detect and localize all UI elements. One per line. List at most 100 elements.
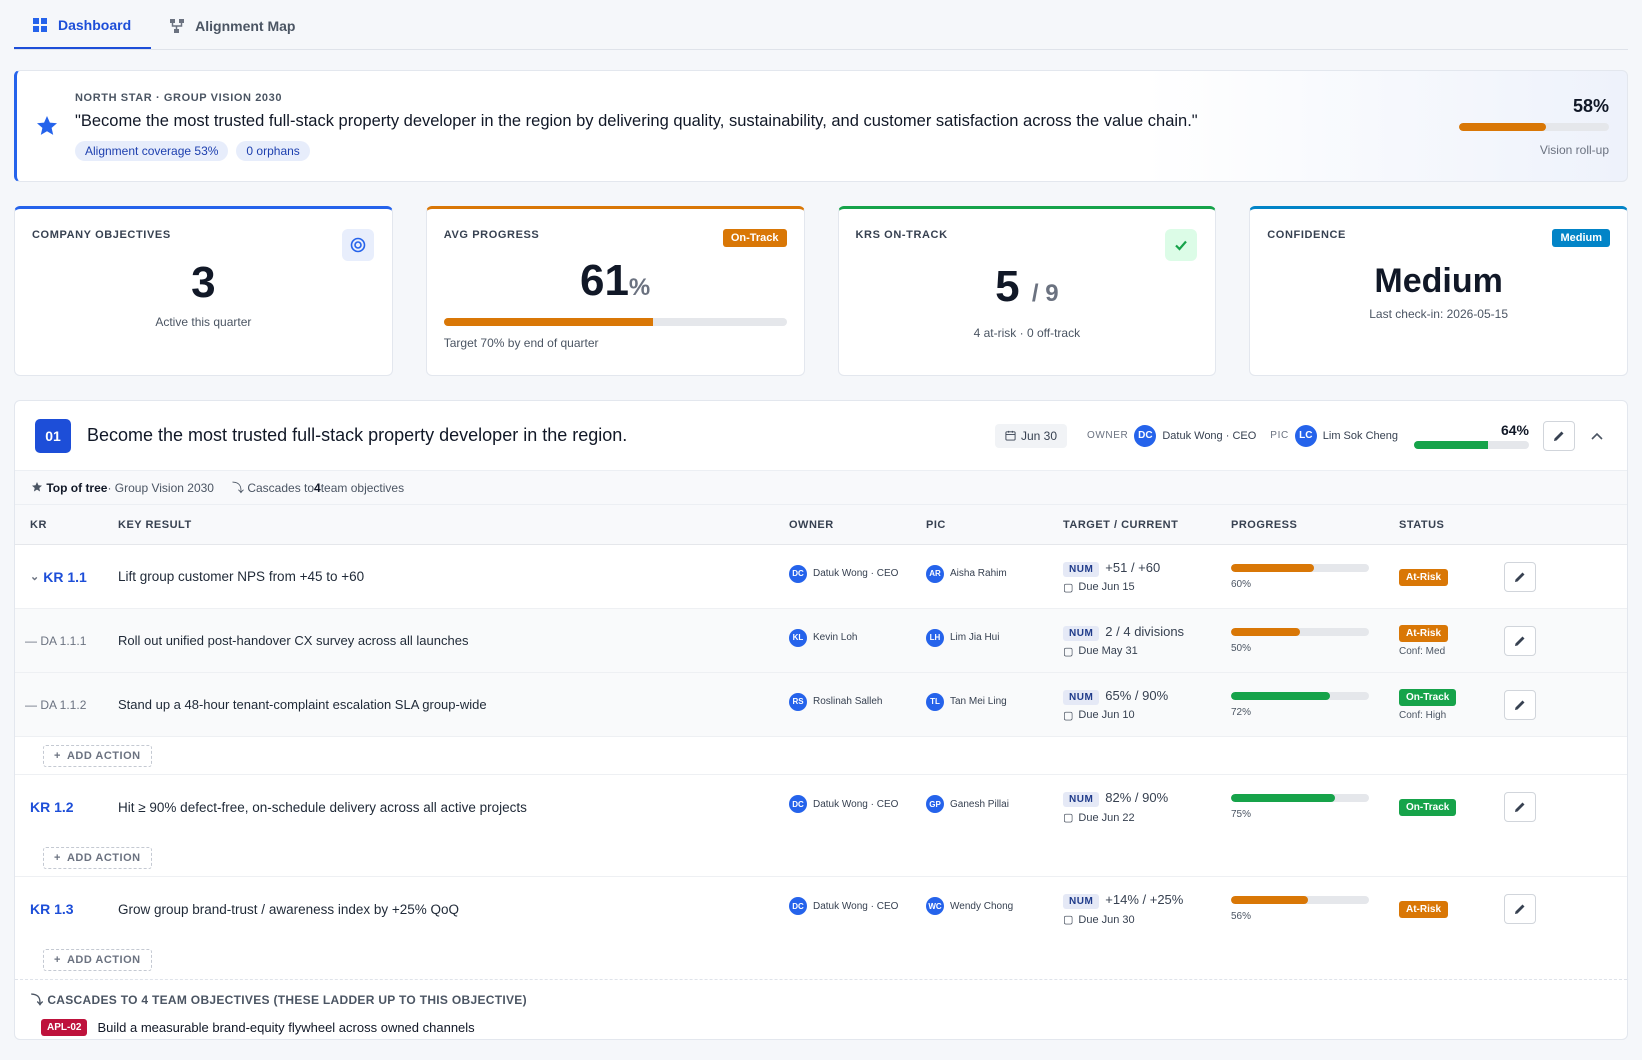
due-date: ▢ Due Jun 30 [1063, 913, 1231, 927]
status-cell: At-Risk [1399, 568, 1504, 586]
objective-header[interactable]: 01 Become the most trusted full-stack pr… [15, 401, 1627, 471]
chevron-down-icon[interactable]: ⌄ [30, 570, 39, 583]
calendar-icon: ▢ [1063, 812, 1074, 824]
add-action-button[interactable]: + ADD ACTION [43, 744, 152, 767]
plus-icon: + [54, 851, 61, 864]
kpi-confidence[interactable]: CONFIDENCE Medium Medium Last check-in: … [1249, 206, 1628, 376]
kr-code-text: KR 1.1 [43, 568, 87, 585]
owner-name: Datuk Wong · CEO [813, 900, 899, 912]
avatar: DC [789, 564, 807, 583]
avatar: LH [926, 628, 944, 647]
pencil-icon [1515, 700, 1525, 710]
add-action-row: + ADD ACTION [15, 941, 1627, 979]
pic-tag: PIC [1270, 430, 1289, 441]
cascades-num: 4 [314, 481, 321, 495]
status-cell: At-Risk [1399, 900, 1504, 918]
check-icon [1165, 229, 1198, 261]
num-tag: NUM [1063, 625, 1100, 641]
objective-date-text: Jun 30 [1020, 428, 1057, 443]
status-badge: On-Track [1399, 799, 1457, 816]
alignment-coverage-chip[interactable]: Alignment coverage 53% [75, 140, 229, 161]
avatar: DC [789, 795, 807, 813]
owner-cell: DC Datuk Wong · CEO [789, 795, 926, 813]
kpi-avg-progress[interactable]: AVG PROGRESS On-Track 61% Target 70% by … [425, 206, 805, 376]
kr-code[interactable]: KR 1.3 [30, 901, 118, 917]
action-text: Roll out unified post-handover CX survey… [118, 633, 469, 648]
status-badge: On-Track [722, 229, 787, 247]
status-cell: On-Track Conf: High [1399, 688, 1504, 721]
team-objective-title: Build a measurable brand-equity flywheel… [97, 1020, 475, 1035]
kr-code[interactable]: ⌄ KR 1.1 [30, 569, 118, 585]
owner-name: Kevin Loh [813, 632, 858, 643]
table-row-da-1-1-1[interactable]: — DA 1.1.1 Roll out unified post-handove… [15, 609, 1627, 673]
edit-action-button[interactable] [1504, 689, 1536, 720]
progress-fill [1231, 691, 1331, 700]
star-icon [32, 481, 42, 491]
north-star-banner: NORTH STAR · GROUP VISION 2030 "Become t… [14, 70, 1628, 182]
top-of-tree-label: Top of tree [46, 480, 108, 495]
status-badge: At-Risk [1399, 625, 1449, 642]
collapse-chevron-icon[interactable] [1587, 428, 1607, 443]
cascades-summary[interactable]: ⤵ Cascades to4team objectives [232, 479, 404, 496]
edit-kr-button[interactable] [1504, 792, 1536, 822]
owner-name: Datuk Wong · CEO [1162, 429, 1257, 442]
cascade-item[interactable]: APL-02 Build a measurable brand-equity f… [15, 1019, 1627, 1036]
kpi-value-unit: % [628, 274, 651, 301]
kpi-progress-bar [443, 318, 787, 326]
pic-cell: AR Aisha Rahim [926, 564, 1063, 583]
vision-rollup: 58% Vision roll-up [1459, 96, 1609, 157]
pic-cell: LH Lim Jia Hui [926, 628, 1063, 647]
grid-icon [33, 18, 47, 32]
progress-cell: 60% [1231, 563, 1399, 590]
table-row-kr-1-1[interactable]: ⌄ KR 1.1 Lift group customer NPS from +45… [15, 545, 1627, 609]
num-tag: NUM [1063, 894, 1100, 909]
target-cell: NUM 2 / 4 divisions ▢ Due May 31 [1063, 624, 1231, 658]
target-icon [341, 229, 374, 261]
kpi-value: 5 / 9 [856, 263, 1199, 318]
edit-objective-button[interactable] [1543, 420, 1575, 451]
tab-dashboard[interactable]: Dashboard [14, 0, 152, 49]
kpi-value: 61% [444, 257, 787, 312]
avatar: RS [789, 692, 807, 711]
target-value: 82% / 90% [1105, 790, 1169, 805]
table-row-da-1-1-2[interactable]: — DA 1.1.2 Stand up a 48-hour tenant-com… [15, 673, 1627, 737]
progress-percent: 50% [1231, 642, 1252, 654]
tab-alignment-map[interactable]: Alignment Map [151, 0, 315, 49]
plus-icon: + [54, 954, 61, 966]
edit-action-button[interactable] [1504, 625, 1536, 656]
status-badge: At-Risk [1399, 568, 1449, 586]
num-tag: NUM [1063, 561, 1100, 577]
kpi-krs-on-track[interactable]: KRS ON-TRACK 5 / 9 4 at-risk · 0 off-tra… [837, 206, 1217, 376]
kpi-company-objectives[interactable]: COMPANY OBJECTIVES 3 Active this quarter [14, 206, 393, 376]
target-value: 65% / 90% [1105, 687, 1169, 703]
add-action-row: + ADD ACTION [15, 737, 1627, 775]
avatar: KL [789, 628, 807, 647]
da-code: — DA 1.1.2 [25, 697, 87, 712]
progress-percent: 60% [1231, 578, 1252, 590]
kpi-value: 3 [191, 258, 216, 307]
target-cell: NUM +51 / +60 ▢ Due Jun 15 [1063, 560, 1231, 594]
table-row-kr-1-2[interactable]: KR 1.2 Hit ≥ 90% defect-free, on-schedul… [15, 775, 1627, 839]
add-action-button[interactable]: + ADD ACTION [43, 846, 152, 869]
cascade-arrow-icon: ⤵ [31, 993, 44, 1007]
owner-cell: KL Kevin Loh [789, 628, 926, 647]
vision-rollup-bar [1459, 122, 1609, 131]
orphans-chip[interactable]: 0 orphans [236, 140, 310, 161]
due-date: ▢ Due Jun 10 [1063, 709, 1231, 722]
key-result-text: Hit ≥ 90% defect-free, on-schedule deliv… [118, 799, 527, 815]
pic-cell: WC Wendy Chong [926, 897, 1063, 915]
edit-kr-button[interactable] [1504, 561, 1536, 592]
add-action-button[interactable]: + ADD ACTION [43, 949, 152, 971]
avatar: LC [1294, 424, 1317, 447]
kr-table-header: KR KEY RESULT OWNER PIC TARGET / CURRENT… [15, 505, 1627, 545]
owner-cell: DC Datuk Wong · CEO [789, 564, 926, 583]
progress-bar [1231, 627, 1369, 636]
cascade-title: CASCADES TO 4 TEAM OBJECTIVES (THESE LAD… [47, 992, 527, 1007]
vision-rollup-percent: 58% [1572, 95, 1609, 116]
add-action-label: ADD ACTION [66, 954, 141, 966]
star-icon [37, 116, 57, 135]
edit-kr-button[interactable] [1504, 894, 1536, 924]
kr-code[interactable]: KR 1.2 [30, 799, 118, 815]
table-row-kr-1-3[interactable]: KR 1.3 Grow group brand-trust / awarenes… [15, 877, 1627, 941]
progress-fill [1231, 896, 1309, 904]
